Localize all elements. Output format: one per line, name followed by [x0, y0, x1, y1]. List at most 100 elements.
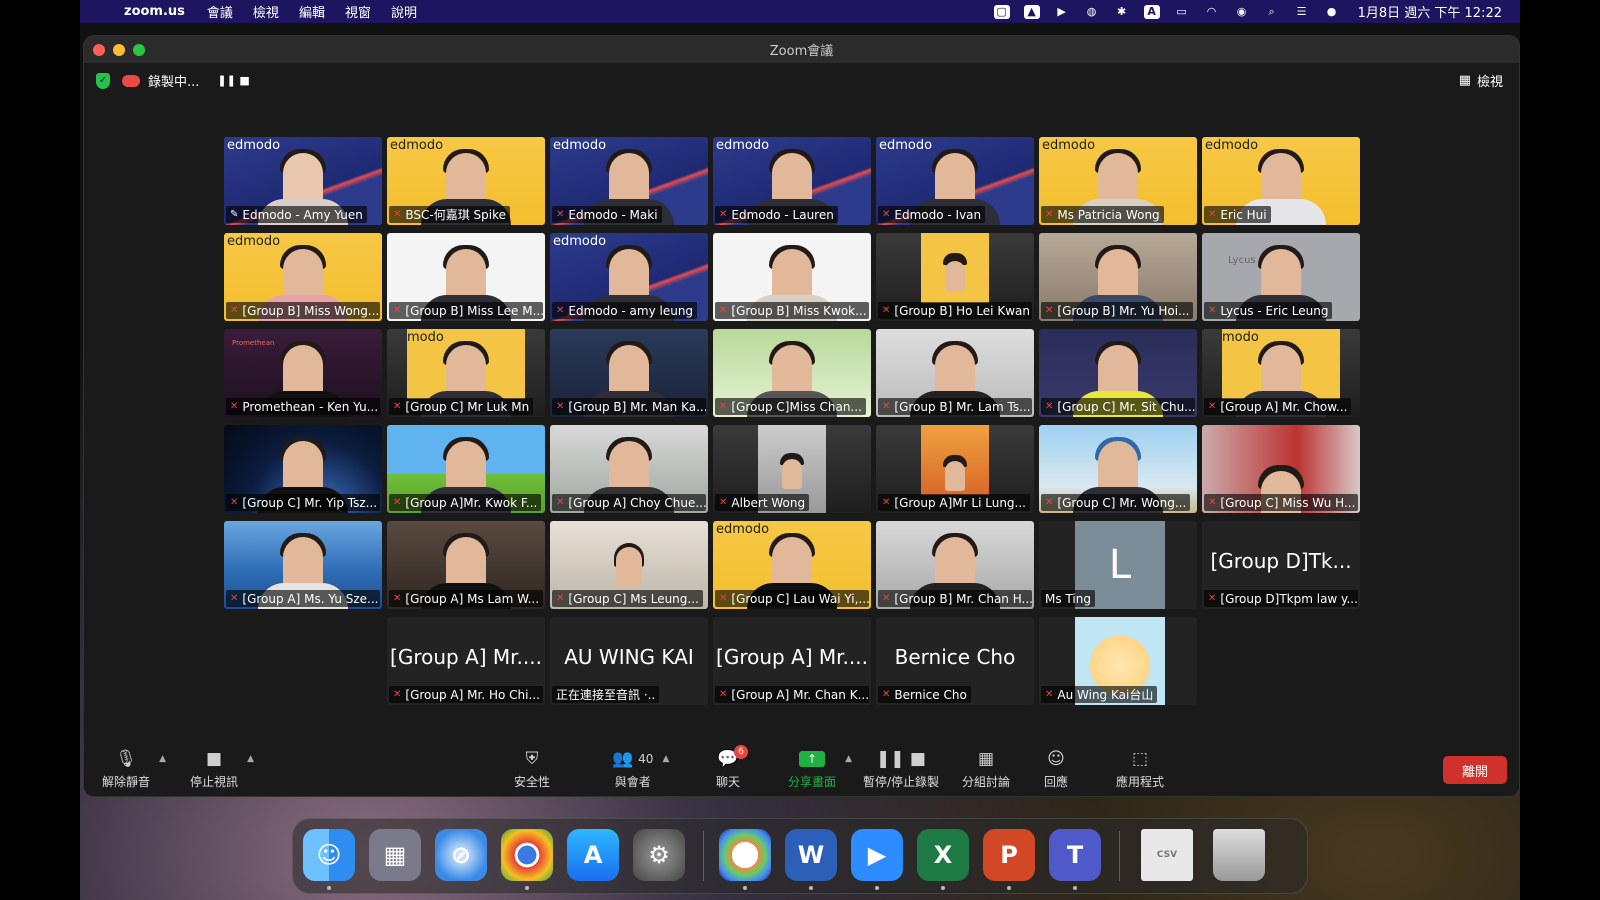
menu-window[interactable]: 視窗: [345, 2, 371, 21]
bluetooth-icon[interactable]: ✱: [1114, 5, 1130, 19]
siri-icon[interactable]: ●: [1324, 5, 1340, 19]
participant-tile[interactable]: ✕ [Group C] Mr. Yip Tsz...: [224, 425, 382, 513]
participant-tile[interactable]: edmodo ✕ BSC-何嘉琪 Spike: [387, 137, 545, 225]
encryption-shield-icon[interactable]: ✓: [96, 72, 110, 89]
participant-tile[interactable]: ✕ [Group B] Miss Kwok...: [713, 233, 871, 321]
chat-button[interactable]: 💬 聊天 6: [716, 745, 749, 790]
search-icon[interactable]: ⌕: [1264, 5, 1280, 19]
share-screen-button[interactable]: ↑ 分享畫面 ▲: [788, 748, 852, 790]
edmodo-logo: edmodo: [1205, 138, 1259, 153]
participant-tile[interactable]: ✕ [Group B] Mr. Lam Ts...: [876, 329, 1034, 417]
participant-tile[interactable]: modo ✕ [Group A] Mr. Chow...: [1202, 329, 1360, 417]
view-button[interactable]: ▦ 檢視: [1459, 71, 1503, 90]
participant-tile[interactable]: ✕ [Group B] Mr. Yu Hoi...: [1039, 233, 1197, 321]
word-icon[interactable]: W: [785, 829, 837, 881]
play-icon[interactable]: ▶: [1054, 5, 1070, 19]
trash-icon[interactable]: [1213, 829, 1265, 881]
participant-tile[interactable]: ✕ [Group C] Ms Leung...: [550, 521, 708, 609]
participant-tile[interactable]: ✕ [Group C] Miss Wu H...: [1202, 425, 1360, 513]
participant-tile[interactable]: ✕ [Group A] Ms Lam W...: [387, 521, 545, 609]
menu-clock[interactable]: 1月8日 週六 下午 12:22: [1358, 2, 1502, 21]
input-method-icon[interactable]: A: [1143, 4, 1160, 19]
participant-tile[interactable]: edmodo ✕ Edmodo - Ivan: [876, 137, 1034, 225]
participant-tile[interactable]: edmodo ✕ Edmodo - amy leung: [550, 233, 708, 321]
menu-help[interactable]: 說明: [391, 2, 417, 21]
settings-gear-icon[interactable]: ⚙: [633, 829, 685, 881]
chrome-icon[interactable]: [501, 829, 553, 881]
participant-tile[interactable]: Bernice Cho ✕ Bernice Cho: [876, 617, 1034, 705]
zoom-window-button[interactable]: [133, 43, 145, 56]
participant-tile[interactable]: [Group D]Tk... ✕ [Group D]Tkpm law y...: [1202, 521, 1360, 609]
participant-tile[interactable]: ✕ [Group C] Mr. Sit Chu...: [1039, 329, 1197, 417]
participant-tile[interactable]: ✕ [Group C]Miss Chan...: [713, 329, 871, 417]
participant-tile[interactable]: Promethean ✕ Promethean - Ken Yu...: [224, 329, 382, 417]
apps-button[interactable]: ⬚ 應用程式: [1116, 748, 1164, 790]
participant-tile[interactable]: ✕ [Group B] Mr. Chan H...: [876, 521, 1034, 609]
menu-edit[interactable]: 編輯: [299, 2, 325, 21]
excel-icon[interactable]: X: [917, 829, 969, 881]
participant-tile[interactable]: edmodo ✕ Eric Hui: [1202, 137, 1360, 225]
app-store-icon[interactable]: A: [567, 829, 619, 881]
participants-button[interactable]: 👥 40 與會者 ▲: [612, 748, 669, 790]
participant-tile[interactable]: ✕ [Group B] Miss Lee M...: [387, 233, 545, 321]
participant-tile[interactable]: edmodo ✕ [Group B] Miss Wong...: [224, 233, 382, 321]
participant-tile[interactable]: ✕ Albert Wong: [713, 425, 871, 513]
edmodo-logo: edmodo: [227, 234, 281, 249]
leave-button[interactable]: 離開: [1443, 756, 1507, 784]
participant-tile[interactable]: ✕ [Group A] Ms. Yu Sze...: [224, 521, 382, 609]
safari-icon[interactable]: ⊘: [435, 829, 487, 881]
finder-icon[interactable]: ☺: [303, 829, 355, 881]
participant-tile[interactable]: ✕ [Group A]Mr Li Lung...: [876, 425, 1034, 513]
participant-tile[interactable]: edmodo ✕ Edmodo - Maki: [550, 137, 708, 225]
participant-tile[interactable]: ✕ Au Wing Kai台山: [1039, 617, 1197, 705]
control-center-icon[interactable]: ☰: [1294, 5, 1310, 19]
participant-tile[interactable]: [Group A] Mr.... ✕ [Group A] Mr. Chan K..…: [713, 617, 871, 705]
participant-tile[interactable]: edmodo ✕ [Group C] Lau Wai Yi,...: [713, 521, 871, 609]
stop-recording-icon[interactable]: ■: [239, 74, 257, 87]
launchpad-icon[interactable]: ▦: [369, 829, 421, 881]
participant-tile[interactable]: edmodo ✕ Ms Patricia Wong: [1039, 137, 1197, 225]
participant-name-label: ✕ Edmodo - amy leung: [552, 302, 698, 319]
participants-chevron-icon[interactable]: ▲: [663, 754, 670, 764]
participant-tile[interactable]: edmodo ✎ Edmodo - Amy Yuen: [224, 137, 382, 225]
participant-tile[interactable]: ✕ [Group A]Mr. Kwok F...: [387, 425, 545, 513]
pause-recording-icon[interactable]: ❚❚: [217, 74, 235, 87]
video-options-chevron-icon[interactable]: ▲: [247, 754, 254, 764]
powerpoint-icon[interactable]: P: [983, 829, 1035, 881]
battery-icon[interactable]: ▭: [1174, 5, 1190, 19]
audio-options-chevron-icon[interactable]: ▲: [159, 754, 166, 764]
participant-tile[interactable]: modo ✕ [Group C] Mr Luk Mn: [387, 329, 545, 417]
user-icon[interactable]: ◉: [1234, 5, 1250, 19]
participant-name: Edmodo - Ivan: [894, 207, 982, 222]
participant-tile[interactable]: L Ms Ting: [1039, 521, 1197, 609]
creative-cloud-icon[interactable]: [719, 829, 771, 881]
stop-video-button[interactable]: ■ 停止視訊 ▲: [190, 748, 254, 790]
participant-name-label: ✕ [Group A] Choy Chue...: [552, 494, 706, 511]
menu-app-name[interactable]: zoom.us: [124, 4, 185, 19]
reactions-button[interactable]: ☺ 回應: [1044, 748, 1068, 790]
close-window-button[interactable]: [93, 43, 105, 56]
participant-tile[interactable]: ✕ [Group B] Mr. Man Ka...: [550, 329, 708, 417]
minimize-window-button[interactable]: [113, 43, 125, 56]
zoom-icon[interactable]: ▶: [851, 829, 903, 881]
participant-tile[interactable]: ✕ [Group C] Mr. Wong...: [1039, 425, 1197, 513]
drive-icon[interactable]: ▲: [1023, 4, 1040, 19]
participant-tile[interactable]: ✕ [Group B] Ho Lei Kwan: [876, 233, 1034, 321]
breakout-rooms-button[interactable]: ▦ 分組討論: [962, 748, 1010, 790]
globe-icon[interactable]: ◍: [1084, 5, 1100, 19]
participant-tile[interactable]: AU WING KAI 正在連接至音訊 ·..: [550, 617, 708, 705]
csv-file-icon[interactable]: CSV: [1141, 829, 1193, 881]
pause-stop-recording-button[interactable]: ❚❚ ■ 暫停/停止錄製: [863, 748, 939, 790]
participant-tile[interactable]: ✕ [Group A] Choy Chue...: [550, 425, 708, 513]
unmute-button[interactable]: 🎙 解除靜音 ▲: [102, 748, 166, 790]
zoom-status-icon[interactable]: ▢: [993, 4, 1010, 19]
teams-icon[interactable]: T: [1049, 829, 1101, 881]
participant-tile[interactable]: Lycus Soluti ✕Lycus - Eric Leung: [1202, 233, 1360, 321]
participant-tile[interactable]: [Group A] Mr.... ✕ [Group A] Mr. Ho Chi..…: [387, 617, 545, 705]
menu-view[interactable]: 檢視: [253, 2, 279, 21]
participant-tile[interactable]: edmodo ✕ Edmodo - Lauren: [713, 137, 871, 225]
security-button[interactable]: ⛨ 安全性: [514, 748, 550, 790]
share-options-chevron-icon[interactable]: ▲: [845, 754, 852, 764]
menu-meeting[interactable]: 會議: [207, 2, 233, 21]
wifi-icon[interactable]: ◠: [1204, 5, 1220, 19]
